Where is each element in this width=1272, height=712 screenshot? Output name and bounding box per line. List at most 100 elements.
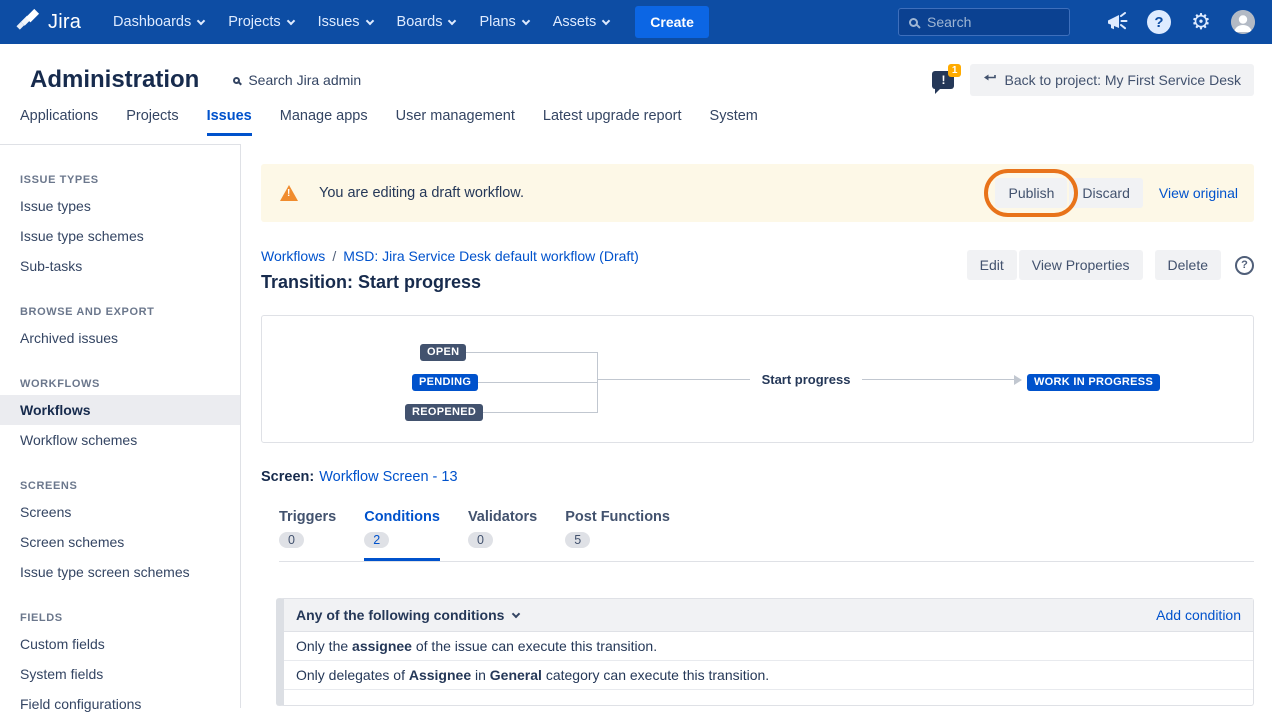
view-original-link[interactable]: View original (1159, 185, 1238, 201)
admin-search-label: Search Jira admin (248, 72, 361, 88)
sidebar-item-workflow-schemes[interactable]: Workflow schemes (0, 425, 240, 455)
tab-manage-apps[interactable]: Manage apps (280, 108, 368, 133)
connector-line (598, 379, 750, 380)
connector-line (862, 379, 1014, 380)
jira-logo[interactable]: Jira (16, 7, 81, 37)
tab-system[interactable]: System (710, 108, 758, 133)
validators-count-badge: 0 (468, 532, 493, 548)
sidebar-group-title: FIELDS (0, 612, 240, 624)
transition-actions: Edit View Properties Delete ? (967, 250, 1254, 280)
chevron-down-icon (448, 16, 456, 24)
connector-line (466, 352, 597, 353)
sidebar-item-issue-types[interactable]: Issue types (0, 191, 240, 221)
feedback-notification-icon[interactable]: ! 1 (932, 71, 954, 89)
add-condition-link[interactable]: Add condition (1156, 607, 1241, 623)
user-avatar[interactable] (1230, 9, 1256, 35)
sidebar-item-system-fields[interactable]: System fields (0, 659, 240, 689)
source-status-row: PENDING (412, 374, 597, 391)
sidebar: ISSUE TYPES Issue types Issue type schem… (0, 144, 241, 708)
nav-boards[interactable]: Boards (385, 0, 468, 44)
sidebar-item-sub-tasks[interactable]: Sub-tasks (0, 251, 240, 281)
sidebar-item-issue-type-schemes[interactable]: Issue type schemes (0, 221, 240, 251)
transition-tab-bar: Triggers 0 Conditions 2 Validators 0 Pos… (279, 509, 1254, 562)
nav-dashboards[interactable]: Dashboards (101, 0, 216, 44)
warning-icon (280, 185, 298, 201)
chevron-down-icon (197, 16, 205, 24)
admin-tab-bar: Applications Projects Issues Manage apps… (0, 108, 1272, 144)
page-title: Administration (30, 66, 199, 94)
tab-latest-upgrade-report[interactable]: Latest upgrade report (543, 108, 682, 133)
status-lozenge-open[interactable]: OPEN (420, 344, 466, 361)
sidebar-group-title: WORKFLOWS (0, 378, 240, 390)
top-navbar: Jira Dashboards Projects Issues Boards P… (0, 0, 1272, 44)
transition-label: Start progress (762, 372, 851, 387)
help-icon[interactable]: ? (1146, 9, 1172, 35)
source-status-row: OPEN (420, 344, 597, 361)
sidebar-item-custom-fields[interactable]: Custom fields (0, 629, 240, 659)
tab-user-management[interactable]: User management (396, 108, 515, 133)
status-lozenge-pending[interactable]: PENDING (412, 374, 478, 391)
sidebar-item-screen-schemes[interactable]: Screen schemes (0, 527, 240, 557)
global-search-input[interactable] (927, 14, 1059, 30)
create-button[interactable]: Create (635, 6, 709, 38)
breadcrumb-workflows-link[interactable]: Workflows (261, 248, 325, 264)
announcement-icon[interactable] (1104, 9, 1130, 35)
sidebar-item-archived-issues[interactable]: Archived issues (0, 323, 240, 353)
global-search[interactable] (898, 8, 1070, 36)
tab-issues[interactable]: Issues (207, 108, 252, 136)
search-icon (233, 77, 240, 84)
screen-row: Screen: Workflow Screen - 13 (261, 469, 1254, 485)
connector-line (478, 382, 597, 383)
help-icon[interactable]: ? (1235, 256, 1254, 275)
back-to-project-button[interactable]: Back to project: My First Service Desk (970, 64, 1254, 96)
tab-conditions[interactable]: Conditions 2 (364, 509, 440, 561)
tab-post-functions[interactable]: Post Functions 5 (565, 509, 670, 561)
settings-gear-icon[interactable]: ⚙ (1188, 9, 1214, 35)
sidebar-group-title: SCREENS (0, 480, 240, 492)
sidebar-group-issue-types: ISSUE TYPES Issue types Issue type schem… (0, 149, 240, 281)
sidebar-item-field-configurations[interactable]: Field configurations (0, 689, 240, 712)
sidebar-item-issue-type-screen-schemes[interactable]: Issue type screen schemes (0, 557, 240, 587)
admin-search[interactable]: Search Jira admin (233, 72, 361, 88)
jira-logo-icon (16, 7, 41, 37)
sidebar-item-workflows[interactable]: Workflows (0, 395, 240, 425)
back-button-label: Back to project: My First Service Desk (1004, 72, 1241, 88)
tab-applications[interactable]: Applications (20, 108, 98, 133)
chevron-down-icon (512, 610, 520, 618)
panel-footer (284, 690, 1253, 705)
nav-issues[interactable]: Issues (306, 0, 385, 44)
sidebar-group-title: BROWSE AND EXPORT (0, 306, 240, 318)
main-content: You are editing a draft workflow. Publis… (241, 144, 1272, 708)
status-lozenge-work-in-progress[interactable]: WORK IN PROGRESS (1027, 374, 1160, 391)
view-properties-button[interactable]: View Properties (1019, 250, 1143, 280)
source-status-row: REOPENED (405, 404, 597, 421)
sidebar-item-screens[interactable]: Screens (0, 497, 240, 527)
sidebar-group-workflows: WORKFLOWS Workflows Workflow schemes (0, 353, 240, 455)
chevron-down-icon (602, 16, 610, 24)
condition-row: Only the assignee of the issue can execu… (284, 632, 1253, 661)
edit-button[interactable]: Edit (967, 250, 1017, 280)
publish-button[interactable]: Publish (995, 178, 1067, 208)
screen-label: Screen: (261, 469, 314, 485)
status-lozenge-reopened[interactable]: REOPENED (405, 404, 483, 421)
tab-projects[interactable]: Projects (126, 108, 178, 133)
help-question-glyph: ? (1147, 10, 1171, 34)
workflow-diagram: OPEN PENDING REOPENED Start progress WOR… (261, 315, 1254, 443)
nav-plans[interactable]: Plans (467, 0, 540, 44)
workflow-screen-link[interactable]: Workflow Screen - 13 (319, 469, 457, 485)
conditions-panel: Any of the following conditions Add cond… (276, 598, 1254, 706)
sidebar-group-browse-export: BROWSE AND EXPORT Archived issues (0, 281, 240, 353)
draft-action-buttons: Publish Discard (995, 178, 1142, 208)
delete-button[interactable]: Delete (1155, 250, 1221, 280)
conditions-operator-dropdown[interactable]: Any of the following conditions (296, 607, 504, 623)
chevron-down-icon (286, 16, 294, 24)
tab-validators[interactable]: Validators 0 (468, 509, 537, 561)
tab-triggers[interactable]: Triggers 0 (279, 509, 336, 561)
jira-logo-text: Jira (48, 11, 81, 34)
breadcrumb-current-link[interactable]: MSD: Jira Service Desk default workflow … (343, 248, 639, 264)
search-icon (909, 18, 918, 27)
nav-projects[interactable]: Projects (216, 0, 305, 44)
nav-assets[interactable]: Assets (541, 0, 622, 44)
discard-button[interactable]: Discard (1069, 178, 1142, 208)
transition-connector: Start progress (598, 372, 1022, 387)
